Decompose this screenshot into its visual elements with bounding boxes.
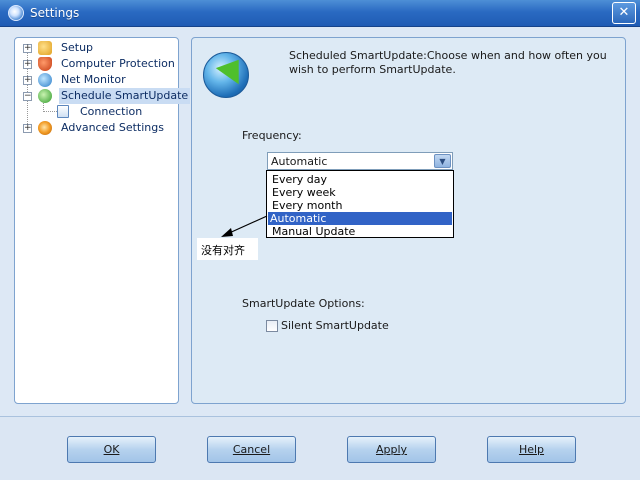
frequency-option[interactable]: Manual Update	[268, 225, 452, 238]
cancel-button-label: Cancel	[232, 443, 271, 456]
cancel-button[interactable]: Cancel	[207, 436, 296, 463]
tree-item-net-monitor[interactable]: + Net Monitor	[15, 72, 178, 88]
help-button-label: Help	[518, 443, 545, 456]
tree-item-label: Setup	[61, 41, 94, 54]
frequency-option-selected[interactable]: Automatic	[268, 212, 452, 225]
title-bar: Settings ✕	[0, 0, 640, 27]
close-button[interactable]: ✕	[612, 2, 636, 24]
settings-tree: + Setup + Computer Protection + Net Moni…	[14, 37, 191, 404]
description-text: Scheduled SmartUpdate:Choose when and ho…	[289, 49, 607, 76]
frequency-option[interactable]: Every day	[268, 173, 452, 186]
app-icon	[8, 5, 24, 21]
frequency-option[interactable]: Every week	[268, 186, 452, 199]
collapse-icon[interactable]: −	[23, 92, 32, 101]
help-button[interactable]: Help	[487, 436, 576, 463]
chevron-down-icon[interactable]: ▼	[434, 154, 451, 168]
update-icon	[38, 89, 52, 103]
tree-item-schedule-smartupdate[interactable]: − Schedule SmartUpdate	[15, 88, 191, 104]
shield-icon	[38, 57, 52, 71]
frequency-option[interactable]: Every month	[268, 199, 452, 212]
ok-button-label: OK	[103, 443, 120, 456]
network-icon	[38, 73, 52, 87]
tree-item-label: Advanced Settings	[61, 121, 164, 134]
window-title: Settings	[30, 6, 80, 20]
apply-button[interactable]: Apply	[347, 436, 436, 463]
expand-icon[interactable]: +	[23, 76, 32, 85]
tree-item-setup[interactable]: + Setup	[15, 40, 178, 56]
frequency-select[interactable]: Automatic ▼	[267, 152, 453, 170]
setup-icon	[38, 41, 52, 55]
frequency-dropdown-list: Every day Every week Every month Automat…	[266, 170, 454, 238]
silent-smartupdate-checkbox[interactable]	[266, 320, 278, 332]
expand-icon[interactable]: +	[23, 60, 32, 69]
expand-icon[interactable]: +	[23, 44, 32, 53]
tree-item-label: Net Monitor	[61, 73, 126, 86]
ok-button[interactable]: OK	[67, 436, 156, 463]
tree-item-connection[interactable]: Connection	[15, 104, 178, 120]
smartupdate-options-label: SmartUpdate Options:	[242, 297, 365, 310]
smartupdate-globe-icon	[203, 51, 251, 100]
frequency-select-value: Automatic	[271, 155, 328, 168]
frequency-label: Frequency:	[242, 129, 302, 142]
tree-item-label: Schedule SmartUpdate	[59, 88, 191, 104]
tree-item-label: Connection	[80, 105, 143, 118]
document-icon	[57, 105, 69, 118]
tree-item-advanced-settings[interactable]: + Advanced Settings	[15, 120, 178, 136]
tree-item-label: Computer Protection	[61, 57, 175, 70]
silent-smartupdate-label: Silent SmartUpdate	[281, 319, 389, 332]
apply-button-label: Apply	[375, 443, 408, 456]
expand-icon[interactable]: +	[23, 124, 32, 133]
tree-item-computer-protection[interactable]: + Computer Protection	[15, 56, 178, 72]
annotation-text: 没有对齐	[201, 244, 245, 257]
gear-icon	[38, 121, 52, 135]
